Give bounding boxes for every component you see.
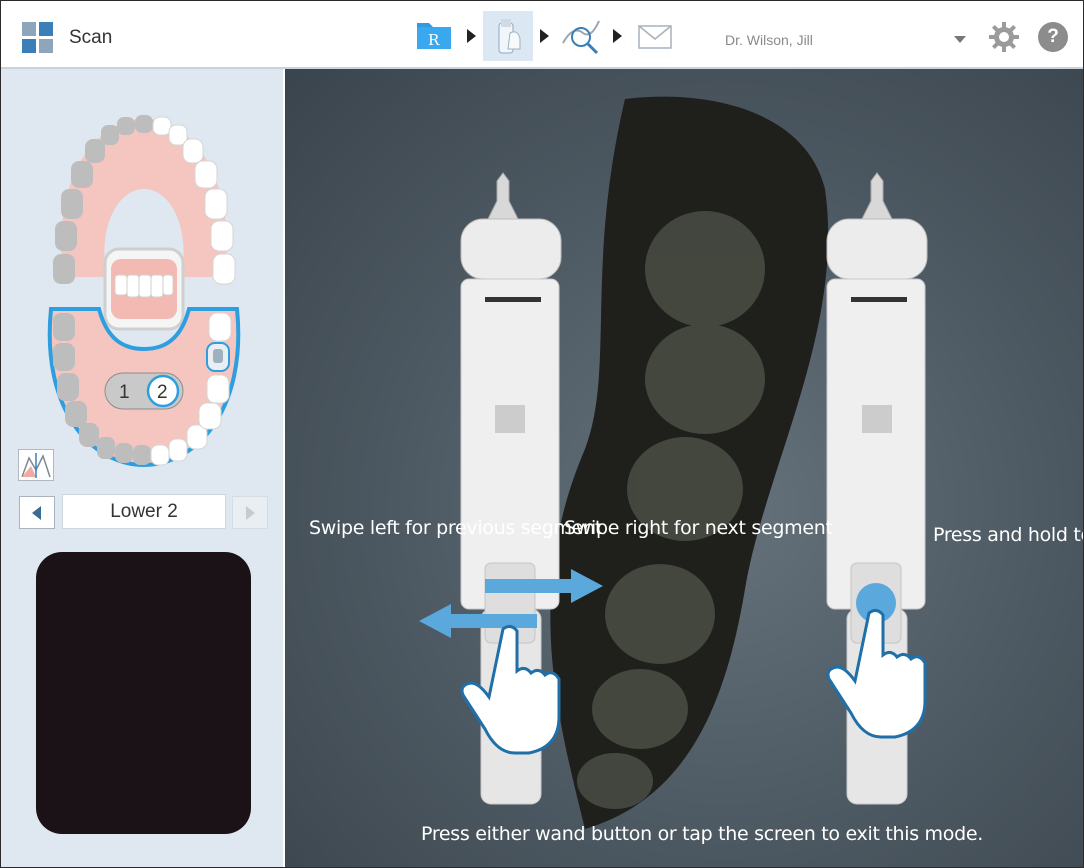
segment-label: Lower 2 (62, 494, 226, 529)
swipe-right-instruction: Swipe right for next segment (564, 517, 833, 539)
chevron-down-icon[interactable] (954, 36, 966, 43)
wand-scan-icon (498, 19, 521, 54)
step-arrow-icon (613, 29, 622, 43)
segment-badge-2[interactable]: 2 (157, 382, 168, 403)
help-button[interactable]: ? (1038, 22, 1068, 52)
step-arrow-icon (540, 29, 549, 43)
dental-arch-map[interactable]: 1 2 (41, 109, 247, 469)
press-hold-instruction: Press and hold to rotate model (933, 524, 1083, 546)
bite-view-tool-button[interactable] (18, 449, 54, 481)
next-segment-button[interactable] (232, 496, 268, 529)
send-envelope-icon[interactable] (638, 25, 672, 49)
scan-canvas[interactable]: Swipe left for previous segment Swipe ri… (285, 69, 1083, 867)
bite-view-icon (21, 453, 51, 478)
camera-preview (36, 552, 251, 834)
swipe-left-instruction: Swipe left for previous segment (309, 517, 602, 539)
app-grid-icon[interactable] (22, 22, 54, 54)
app-window: Scan R Dr. Wilson, Jill ? 1 2 Lower 2 Sw… (0, 0, 1084, 868)
swipe-hand-icon (460, 624, 561, 755)
gear-icon[interactable] (988, 21, 1020, 53)
rx-folder-icon[interactable]: R (415, 15, 455, 53)
doctor-selector[interactable]: Dr. Wilson, Jill (725, 32, 813, 48)
scan-illustration (419, 96, 928, 829)
top-bar: Scan R Dr. Wilson, Jill ? (1, 1, 1083, 69)
tab-scan[interactable] (483, 11, 533, 61)
press-hand-icon (826, 608, 927, 739)
exit-instruction: Press either wand button or tap the scre… (421, 823, 983, 845)
previous-segment-button[interactable] (19, 496, 55, 529)
step-arrow-icon (467, 29, 476, 43)
page-title: Scan (69, 27, 113, 48)
segment-badge-1[interactable]: 1 (119, 382, 130, 403)
view-magnify-icon[interactable] (561, 15, 603, 55)
svg-text:R: R (428, 31, 440, 49)
sidebar: 1 2 Lower 2 (1, 69, 283, 867)
